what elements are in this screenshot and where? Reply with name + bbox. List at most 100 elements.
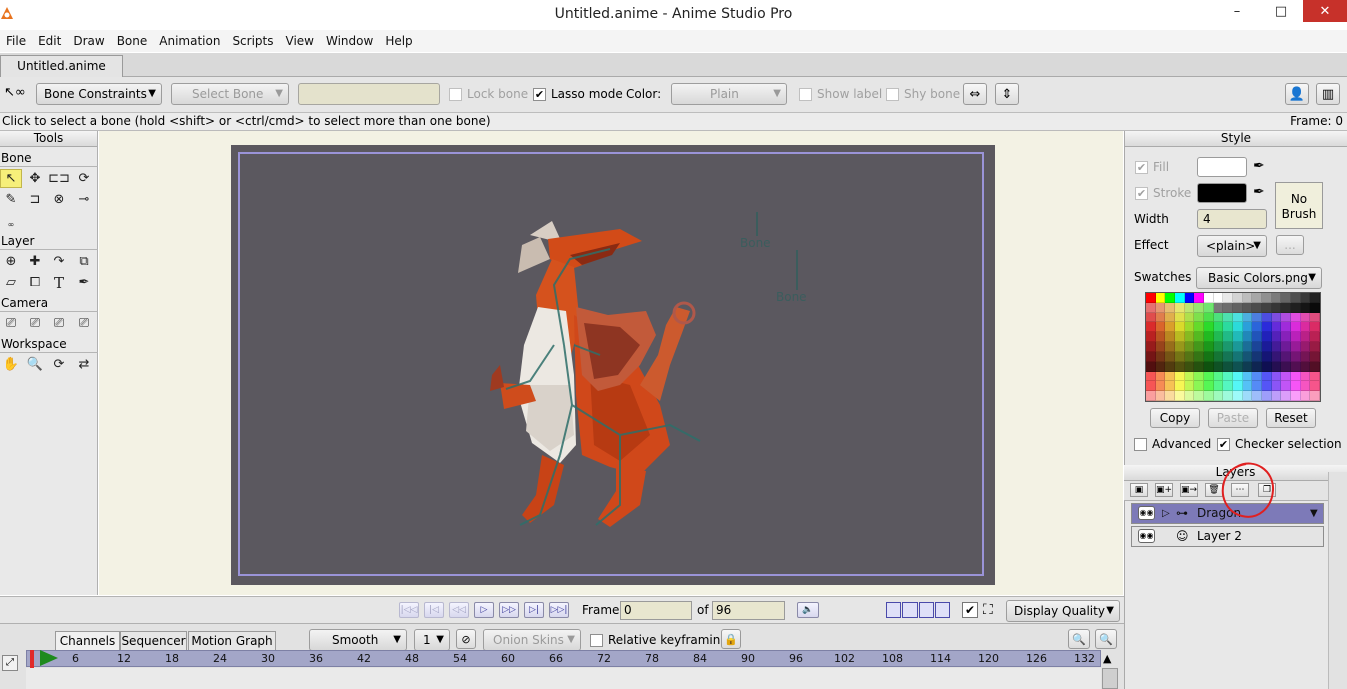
color-swatch[interactable] bbox=[1271, 342, 1282, 352]
split-vertical-icon[interactable] bbox=[902, 602, 918, 618]
color-swatch[interactable] bbox=[1155, 391, 1166, 401]
color-swatch[interactable] bbox=[1242, 322, 1253, 333]
color-swatch[interactable] bbox=[1146, 361, 1156, 372]
color-swatch[interactable] bbox=[1291, 371, 1301, 382]
color-swatch[interactable] bbox=[1242, 391, 1253, 401]
color-swatch[interactable] bbox=[1213, 361, 1224, 372]
color-swatch[interactable] bbox=[1233, 371, 1243, 382]
color-swatch[interactable] bbox=[1223, 342, 1233, 352]
color-swatch[interactable] bbox=[1281, 371, 1291, 382]
zoom-camera-tool-icon[interactable]: ⎚ bbox=[24, 314, 46, 333]
fill-checkbox[interactable]: ✔ Fill bbox=[1135, 160, 1169, 174]
step-back-icon[interactable]: ◁◁ bbox=[449, 602, 469, 618]
display-quality-dropdown[interactable]: Display Quality ▼ bbox=[1006, 600, 1120, 622]
close-button[interactable]: ✕ bbox=[1303, 0, 1347, 22]
flip-vertical-icon[interactable]: ⇕ bbox=[995, 83, 1019, 105]
zoom-out-icon[interactable]: 🔍 bbox=[1068, 629, 1090, 649]
rewind-to-start-icon[interactable]: |◁◁ bbox=[399, 602, 419, 618]
zoom-in-icon[interactable]: 🔍 bbox=[1095, 629, 1117, 649]
color-swatch[interactable] bbox=[1194, 322, 1204, 333]
track-camera-tool-icon[interactable]: ⎚ bbox=[0, 314, 22, 333]
color-swatch[interactable] bbox=[1146, 302, 1156, 313]
bind-points-tool-icon[interactable]: ∞ bbox=[4, 215, 18, 234]
show-output-only-checkbox[interactable]: ✔ bbox=[962, 602, 978, 618]
rotate-layer-tool-icon[interactable]: ↷ bbox=[48, 252, 70, 271]
color-swatch[interactable] bbox=[1242, 361, 1253, 372]
next-keyframe-icon[interactable]: ▷| bbox=[524, 602, 544, 618]
manipulate-bones-tool-icon[interactable]: ⊸ bbox=[73, 190, 95, 209]
menu-animation[interactable]: Animation bbox=[153, 34, 226, 48]
color-swatch[interactable] bbox=[1146, 351, 1156, 362]
text-tool-icon[interactable]: T bbox=[48, 273, 70, 292]
quad-view-icon[interactable] bbox=[934, 602, 950, 618]
minimize-button[interactable]: – bbox=[1215, 0, 1259, 22]
color-swatch[interactable] bbox=[1291, 302, 1301, 313]
color-swatch[interactable] bbox=[1165, 361, 1175, 372]
color-swatch[interactable] bbox=[1262, 351, 1272, 362]
color-swatch[interactable] bbox=[1184, 293, 1195, 303]
color-swatch[interactable] bbox=[1155, 351, 1166, 362]
color-swatch[interactable] bbox=[1204, 381, 1214, 392]
color-swatch[interactable] bbox=[1233, 302, 1243, 313]
color-swatch[interactable] bbox=[1291, 312, 1301, 323]
step-forward-icon[interactable]: ▷▷ bbox=[499, 602, 519, 618]
color-swatch[interactable] bbox=[1204, 322, 1214, 333]
reset-button[interactable]: Reset bbox=[1266, 408, 1316, 428]
effect-dropdown[interactable]: <plain> ▼ bbox=[1197, 235, 1267, 257]
color-swatch[interactable] bbox=[1146, 312, 1156, 323]
advanced-checkbox[interactable]: Advanced bbox=[1134, 437, 1211, 451]
color-swatch[interactable] bbox=[1252, 302, 1262, 313]
color-swatch[interactable] bbox=[1242, 381, 1253, 392]
color-swatch[interactable] bbox=[1223, 391, 1233, 401]
color-swatch[interactable] bbox=[1155, 381, 1166, 392]
color-swatch[interactable] bbox=[1252, 322, 1262, 333]
color-swatch[interactable] bbox=[1281, 391, 1291, 401]
color-swatch[interactable] bbox=[1194, 293, 1204, 303]
color-swatch[interactable] bbox=[1165, 342, 1175, 352]
color-swatch[interactable] bbox=[1146, 391, 1156, 401]
bone-strength-tool-icon[interactable]: ⊗ bbox=[48, 190, 70, 209]
menu-edit[interactable]: Edit bbox=[32, 34, 67, 48]
select-bone-dropdown[interactable]: Select Bone ▼ bbox=[171, 83, 289, 105]
color-swatch[interactable] bbox=[1233, 391, 1243, 401]
color-swatch[interactable] bbox=[1252, 371, 1262, 382]
color-swatch[interactable] bbox=[1262, 342, 1272, 352]
layers-scrollbar[interactable] bbox=[1328, 472, 1347, 689]
tab-sequencer[interactable]: Sequencer bbox=[120, 631, 187, 651]
bone-name-field[interactable] bbox=[298, 83, 440, 105]
color-swatch[interactable] bbox=[1281, 322, 1291, 333]
color-swatch[interactable] bbox=[1204, 361, 1214, 372]
color-swatch[interactable] bbox=[1262, 312, 1272, 323]
view-layout-buttons[interactable] bbox=[886, 602, 950, 618]
menu-file[interactable]: File bbox=[0, 34, 32, 48]
color-swatch[interactable] bbox=[1252, 312, 1262, 323]
color-swatch[interactable] bbox=[1300, 312, 1311, 323]
color-swatch[interactable] bbox=[1165, 332, 1175, 343]
color-swatch[interactable] bbox=[1204, 342, 1214, 352]
maximize-button[interactable]: □ bbox=[1259, 0, 1303, 22]
color-swatch[interactable] bbox=[1184, 381, 1195, 392]
color-swatch[interactable] bbox=[1233, 361, 1243, 372]
color-swatch-grid[interactable] bbox=[1145, 292, 1321, 402]
menu-window[interactable]: Window bbox=[320, 34, 379, 48]
color-swatch[interactable] bbox=[1213, 322, 1224, 333]
color-swatch[interactable] bbox=[1233, 381, 1243, 392]
color-swatch[interactable] bbox=[1213, 312, 1224, 323]
color-swatch[interactable] bbox=[1194, 302, 1204, 313]
color-swatch[interactable] bbox=[1175, 381, 1185, 392]
color-swatch[interactable] bbox=[1252, 351, 1262, 362]
total-frames-field[interactable]: 96 bbox=[712, 601, 785, 620]
new-layer-icon[interactable]: ▣ bbox=[1130, 483, 1148, 497]
shear-layer-tool-icon[interactable]: ⧉ bbox=[73, 252, 95, 271]
color-swatch[interactable] bbox=[1252, 361, 1262, 372]
fill-color-swatch[interactable] bbox=[1197, 157, 1247, 177]
color-swatch[interactable] bbox=[1310, 381, 1320, 392]
color-swatch[interactable] bbox=[1271, 381, 1282, 392]
split-horizontal-icon[interactable] bbox=[918, 602, 934, 618]
expand-triangle-icon[interactable]: ▷ bbox=[1162, 504, 1170, 523]
color-swatch[interactable] bbox=[1194, 332, 1204, 343]
color-swatch[interactable] bbox=[1175, 351, 1185, 362]
color-swatch[interactable] bbox=[1175, 391, 1185, 401]
color-swatch[interactable] bbox=[1252, 391, 1262, 401]
cycle-icon[interactable]: ⊘ bbox=[456, 629, 476, 649]
